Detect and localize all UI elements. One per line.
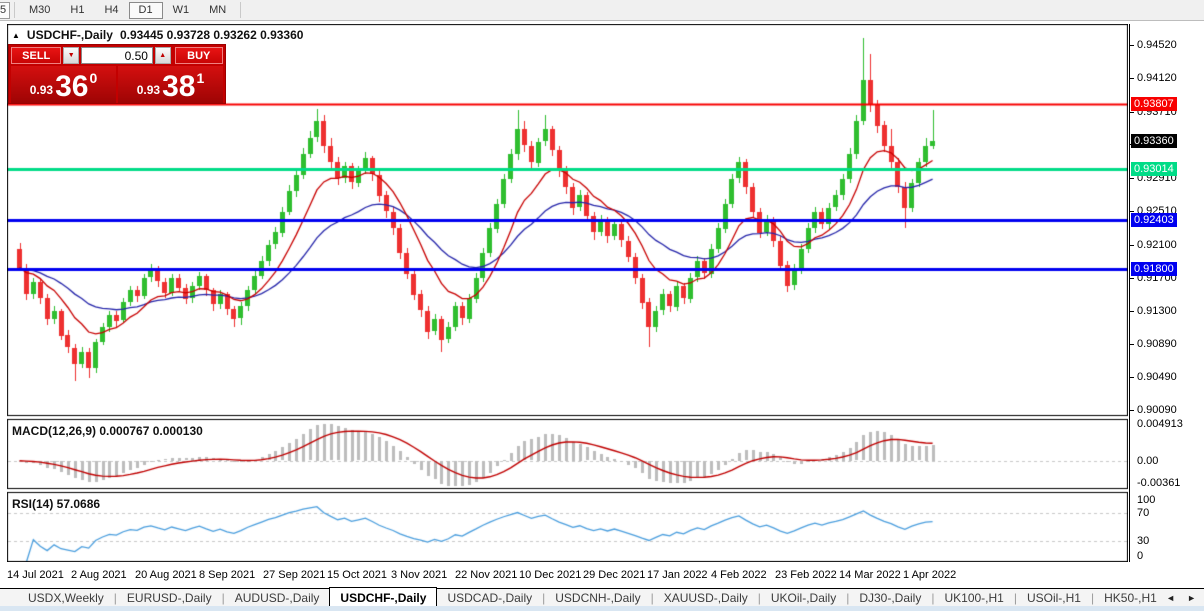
price-axis-label: 0.90090 [1137, 404, 1177, 416]
date-axis-label: 15 Oct 2021 [327, 569, 387, 581]
tab-eurusddaily[interactable]: EURUSD-,Daily [117, 589, 222, 606]
tab-usoilh1[interactable]: USOil-,H1 [1017, 589, 1091, 606]
macd-axis-label: 0.00 [1137, 455, 1159, 467]
date-axis-label: 29 Dec 2021 [583, 569, 646, 581]
price-axis-tick [1130, 344, 1134, 345]
timeframe-buttons: M30 H1 H4 D1 W1 MN [19, 1, 236, 19]
toolbar-separator [14, 2, 15, 18]
price-axis-label: 0.94120 [1137, 72, 1177, 84]
date-axis-label: 27 Sep 2021 [263, 569, 326, 581]
price-axis-label: 0.91300 [1137, 305, 1177, 317]
rsi-axis-label: 30 [1137, 535, 1150, 547]
date-axis-label: 2 Aug 2021 [71, 569, 127, 581]
price-axis-label: 0.94520 [1137, 39, 1177, 51]
sell-price-sup: 0 [89, 70, 98, 86]
timeframe-button-m30[interactable]: M30 [19, 2, 60, 19]
date-axis-label: 23 Feb 2022 [775, 569, 837, 581]
timeframe-button-w1[interactable]: W1 [163, 2, 200, 19]
date-axis-label: 4 Feb 2022 [711, 569, 767, 581]
price-level-badge: 0.93807 [1131, 97, 1177, 111]
macd-indicator-label: MACD(12,26,9) 0.000767 0.000130 [12, 424, 203, 438]
price-axis-label: 0.90490 [1137, 371, 1177, 383]
price-axis-tick [1130, 245, 1134, 246]
timeframe-button-d1[interactable]: D1 [128, 1, 163, 19]
tab-usdchfdaily[interactable]: USDCHF-,Daily [329, 587, 438, 607]
tab-usdcnhdaily[interactable]: USDCNH-,Daily [545, 589, 650, 606]
timeframe-toolbar: 5 M30 H1 H4 D1 W1 MN [0, 0, 1204, 21]
price-axis-label: 0.92100 [1137, 239, 1177, 251]
price-axis-tick [1130, 112, 1134, 113]
sell-button[interactable]: SELL [11, 47, 62, 64]
date-axis-label: 8 Sep 2021 [199, 569, 256, 581]
price-axis[interactable]: 0.945200.941200.937100.933200.929100.925… [1129, 24, 1204, 562]
macd-axis-label: 0.004913 [1137, 418, 1183, 430]
volume-input[interactable] [80, 47, 153, 64]
price-axis-tick [1130, 78, 1134, 79]
rsi-indicator-label: RSI(14) 57.0686 [12, 497, 101, 511]
price-chart-canvas[interactable] [7, 24, 1128, 562]
timeframe-button-mn[interactable]: MN [199, 2, 236, 19]
date-axis-label: 14 Mar 2022 [839, 569, 901, 581]
tab-xauusddaily[interactable]: XAUUSD-,Daily [654, 589, 758, 606]
rsi-axis-label: 100 [1137, 494, 1156, 506]
rsi-axis-label: 70 [1137, 507, 1150, 519]
sell-price-display[interactable]: 0.93 36 0 [11, 66, 116, 103]
collapse-icon[interactable]: ▲ [12, 31, 20, 40]
macd-axis-label: -0.00361 [1137, 477, 1181, 489]
date-axis-label: 3 Nov 2021 [391, 569, 448, 581]
price-axis-tick [1130, 377, 1134, 378]
price-axis-tick [1130, 211, 1134, 212]
timeframe-button-m5-clipped[interactable]: 5 [0, 1, 10, 19]
sell-price-prefix: 0.93 [29, 83, 54, 97]
rsi-axis-label: 0 [1137, 550, 1144, 562]
chart-tabs: USDX,Weekly | EURUSD-,Daily | AUDUSD-,Daily U… [0, 587, 1204, 607]
ohlc-values: 0.93445 0.93728 0.93262 0.93360 [119, 28, 304, 42]
buy-price-sup: 1 [196, 70, 205, 86]
status-strip [0, 606, 1204, 611]
tab-usdxweekly[interactable]: USDX,Weekly [18, 589, 114, 606]
buy-button[interactable]: BUY [174, 47, 223, 64]
date-axis-label: 17 Jan 2022 [647, 569, 708, 581]
tab-audusddaily[interactable]: AUDUSD-,Daily [225, 589, 330, 606]
price-axis-tick [1130, 45, 1134, 46]
timeframe-button-h1[interactable]: H1 [60, 2, 94, 19]
price-axis-tick [1130, 278, 1134, 279]
volume-decrease-icon[interactable]: ▼ [63, 47, 79, 64]
tab-scroll-arrows: ◄ ► [1166, 593, 1196, 603]
tab-usdcaddaily[interactable]: USDCAD-,Daily [437, 589, 542, 606]
date-axis[interactable]: 14 Jul 2021 2 Aug 2021 20 Aug 2021 8 Sep 20… [7, 565, 1128, 587]
one-click-trade-panel: SELL ▼ ▲ BUY 0.93 36 0 0.93 38 1 [8, 44, 226, 104]
price-level-badge: 0.93014 [1131, 162, 1177, 176]
symbol-period-label: USDCHF-,Daily [26, 28, 113, 42]
price-axis-tick [1130, 311, 1134, 312]
price-level-badge: 0.93360 [1131, 134, 1177, 148]
tab-ukoildaily[interactable]: UKOil-,Daily [761, 589, 846, 606]
toolbar-separator [240, 2, 242, 18]
volume-increase-icon[interactable]: ▲ [154, 47, 171, 64]
sell-price-big: 36 [55, 70, 89, 103]
date-axis-label: 20 Aug 2021 [135, 569, 197, 581]
price-level-badge: 0.91800 [1131, 262, 1177, 276]
tab-hk50h1[interactable]: HK50-,H1 [1094, 589, 1167, 606]
price-level-badge: 0.92403 [1131, 213, 1177, 227]
price-axis-tick [1130, 410, 1134, 411]
buy-price-big: 38 [162, 70, 196, 103]
date-axis-label: 10 Dec 2021 [519, 569, 582, 581]
tab-uk100h1[interactable]: UK100-,H1 [934, 589, 1013, 606]
chart-title: ▲ USDCHF-,Daily 0.93445 0.93728 0.93262 … [12, 28, 303, 42]
timeframe-button-h4[interactable]: H4 [94, 2, 128, 19]
tab-scroll-right-icon[interactable]: ► [1187, 593, 1196, 603]
date-axis-label: 1 Apr 2022 [903, 569, 957, 581]
buy-price-display[interactable]: 0.93 38 1 [118, 66, 223, 103]
date-axis-label: 22 Nov 2021 [455, 569, 518, 581]
tab-scroll-left-icon[interactable]: ◄ [1166, 593, 1175, 603]
tab-dj30daily[interactable]: DJ30-,Daily [849, 589, 931, 606]
price-axis-label: 0.90890 [1137, 338, 1177, 350]
chart-window: ▲ USDCHF-,Daily 0.93445 0.93728 0.93262 … [0, 21, 1204, 588]
price-axis-tick [1130, 178, 1134, 179]
date-axis-label: 14 Jul 2021 [7, 569, 64, 581]
buy-price-prefix: 0.93 [136, 83, 161, 97]
